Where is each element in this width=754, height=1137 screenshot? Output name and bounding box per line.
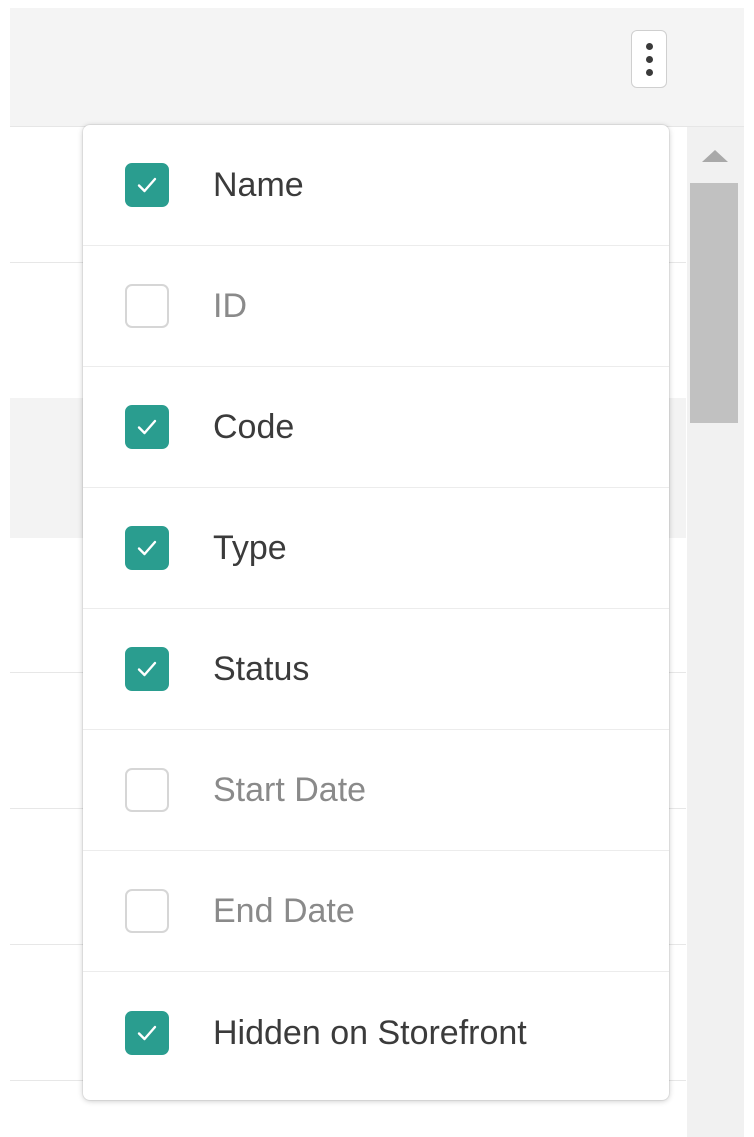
- checkmark-icon: [137, 177, 157, 193]
- checkbox[interactable]: [125, 1010, 169, 1055]
- screen: Name ID Code Type Status Start Date End …: [0, 0, 754, 1137]
- checkbox[interactable]: [125, 647, 169, 691]
- menu-item-end-date[interactable]: End Date: [83, 851, 669, 972]
- menu-item-label: ID: [213, 287, 247, 325]
- menu-item-label: Start Date: [213, 771, 367, 809]
- menu-item-status[interactable]: Status: [83, 609, 669, 730]
- menu-item-label: Code: [213, 408, 295, 446]
- menu-item-hidden-on-storefront[interactable]: Hidden on Storefront: [83, 972, 669, 1093]
- menu-item-label: Type: [213, 529, 287, 567]
- checkbox[interactable]: [125, 163, 169, 207]
- checkbox[interactable]: [125, 405, 169, 449]
- column-visibility-menu: Name ID Code Type Status Start Date End …: [83, 125, 669, 1100]
- checkmark-icon: [137, 1025, 157, 1040]
- checkbox[interactable]: [125, 526, 169, 570]
- scrollbar-thumb[interactable]: [690, 183, 738, 423]
- more-options-button[interactable]: [631, 30, 667, 88]
- menu-item-label: Hidden on Storefront: [213, 1013, 527, 1052]
- menu-item-type[interactable]: Type: [83, 488, 669, 609]
- checkmark-icon: [137, 419, 157, 435]
- menu-item-label: Name: [213, 166, 304, 204]
- checkbox[interactable]: [125, 889, 169, 933]
- menu-item-label: Status: [213, 650, 310, 688]
- checkbox[interactable]: [125, 768, 169, 812]
- menu-item-code[interactable]: Code: [83, 367, 669, 488]
- menu-item-label: End Date: [213, 892, 355, 930]
- menu-item-name[interactable]: Name: [83, 125, 669, 246]
- checkmark-icon: [137, 661, 157, 677]
- scroll-up-arrow-icon[interactable]: [702, 150, 728, 162]
- kebab-dot-icon: [645, 42, 653, 50]
- kebab-dot-icon: [645, 68, 653, 76]
- checkmark-icon: [137, 540, 157, 556]
- menu-item-start-date[interactable]: Start Date: [83, 730, 669, 851]
- table-toolbar: [10, 8, 744, 127]
- checkbox[interactable]: [125, 284, 169, 328]
- menu-item-id[interactable]: ID: [83, 246, 669, 367]
- kebab-dot-icon: [645, 55, 653, 63]
